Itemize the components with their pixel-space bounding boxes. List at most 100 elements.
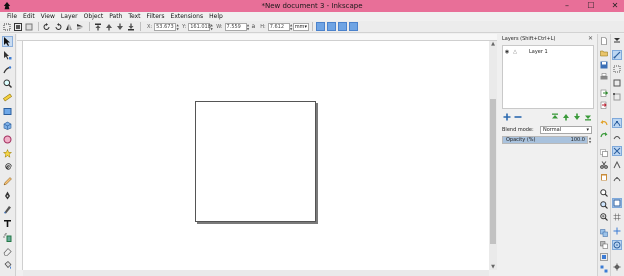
menu-object[interactable]: Object — [81, 12, 107, 21]
layer-to-top-icon[interactable] — [550, 113, 559, 122]
snap-guides-icon[interactable] — [612, 226, 622, 236]
scrollbar-thumb[interactable] — [490, 99, 496, 244]
zoom-page-icon[interactable] — [599, 212, 609, 222]
scale-stroke-toggle[interactable] — [315, 22, 325, 31]
rotate-ccw-icon[interactable] — [42, 22, 51, 31]
w-spin-icon[interactable]: ▲ ▼ — [247, 23, 250, 31]
close-button[interactable]: ✕ — [610, 1, 620, 11]
rectangle-tool-icon[interactable] — [2, 106, 13, 117]
scroll-down-icon[interactable]: ▼ — [489, 264, 497, 270]
paint-bucket-tool-icon[interactable] — [2, 260, 13, 271]
new-document-icon[interactable] — [599, 36, 609, 46]
x-spin-icon[interactable]: ▲ ▼ — [176, 23, 179, 31]
lower-to-bottom-icon[interactable] — [126, 22, 135, 31]
snap-smooth-nodes-icon[interactable] — [612, 174, 622, 184]
opacity-spin-icon[interactable]: ▲ ▼ — [588, 136, 592, 144]
flip-horizontal-icon[interactable] — [64, 22, 73, 31]
menu-text[interactable]: Text — [125, 12, 143, 21]
zoom-selection-icon[interactable] — [599, 188, 609, 198]
pen-tool-icon[interactable] — [2, 190, 13, 201]
redo-icon[interactable] — [599, 130, 609, 140]
pencil-tool-icon[interactable] — [2, 176, 13, 187]
minimize-button[interactable]: – — [562, 1, 572, 11]
rotate-cw-icon[interactable] — [53, 22, 62, 31]
remove-layer-icon[interactable] — [513, 113, 522, 122]
raise-to-top-icon[interactable] — [93, 22, 102, 31]
paste-icon[interactable] — [599, 172, 609, 182]
deselect-icon[interactable] — [24, 22, 33, 31]
snap-enable-icon[interactable] — [612, 50, 622, 60]
zoom-tool-icon[interactable] — [2, 78, 13, 89]
snap-menu-icon[interactable] — [612, 36, 622, 46]
x-input[interactable]: 53.673 — [154, 22, 177, 31]
close-icon[interactable]: ✕ — [588, 35, 593, 42]
move-gradients-toggle[interactable] — [337, 22, 347, 31]
snap-rotation-center-icon[interactable] — [612, 262, 622, 272]
snap-cusp-nodes-icon[interactable] — [612, 160, 622, 170]
document-page[interactable] — [195, 101, 316, 222]
ungroup-icon[interactable] — [599, 264, 609, 274]
visibility-icon[interactable]: ◉ — [503, 49, 511, 55]
star-tool-icon[interactable] — [2, 148, 13, 159]
snap-bbox-edges-icon[interactable] — [612, 78, 622, 88]
print-icon[interactable] — [599, 72, 609, 82]
menu-layer[interactable]: Layer — [58, 12, 81, 21]
lock-ratio-icon[interactable]: a — [252, 23, 256, 30]
menu-file[interactable]: File — [4, 12, 20, 21]
opacity-slider[interactable]: Opacity (%) 100.0 — [502, 136, 588, 144]
tweak-tool-icon[interactable] — [2, 64, 13, 75]
menu-view[interactable]: View — [38, 12, 58, 21]
snap-bbox-icon[interactable] — [612, 64, 622, 74]
snap-grid-icon[interactable] — [612, 212, 622, 222]
node-tool-icon[interactable] — [2, 50, 13, 61]
select-all-icon[interactable] — [2, 22, 11, 31]
eraser-tool-icon[interactable] — [2, 246, 13, 257]
menu-extensions[interactable]: Extensions — [168, 12, 207, 21]
unit-select[interactable]: mm ▾ — [292, 22, 309, 31]
import-icon[interactable] — [599, 88, 609, 98]
maximize-button[interactable]: ☐ — [586, 1, 596, 11]
flip-vertical-icon[interactable] — [75, 22, 84, 31]
spiral-tool-icon[interactable] — [2, 162, 13, 173]
snap-centers-icon[interactable] — [612, 240, 622, 250]
lock-icon[interactable]: △ — [511, 49, 519, 55]
ellipse-tool-icon[interactable] — [2, 134, 13, 145]
calligraphy-tool-icon[interactable] — [2, 204, 13, 215]
selector-tool-icon[interactable] — [2, 36, 13, 47]
3d-box-tool-icon[interactable] — [2, 120, 13, 131]
snap-nodes-icon[interactable] — [612, 118, 622, 128]
y-input[interactable]: 161.018 — [188, 22, 211, 31]
h-input[interactable]: 7.612 — [267, 22, 290, 31]
w-input[interactable]: 7.559 — [224, 22, 247, 31]
snap-intersections-icon[interactable] — [612, 146, 622, 156]
clone-icon[interactable] — [599, 240, 609, 250]
duplicate-icon[interactable] — [599, 228, 609, 238]
export-icon[interactable] — [599, 100, 609, 110]
scale-corners-toggle[interactable] — [326, 22, 336, 31]
layer-row[interactable]: ◉ △ Layer 1 — [503, 47, 593, 56]
menu-path[interactable]: Path — [106, 12, 125, 21]
lower-icon[interactable] — [115, 22, 124, 31]
undo-icon[interactable] — [599, 118, 609, 128]
snap-paths-icon[interactable] — [612, 132, 622, 142]
move-patterns-toggle[interactable] — [348, 22, 358, 31]
layer-name[interactable]: Layer 1 — [529, 49, 548, 55]
spray-tool-icon[interactable] — [2, 232, 13, 243]
horizontal-scrollbar[interactable] — [23, 270, 489, 276]
layer-to-bottom-icon[interactable] — [583, 113, 592, 122]
select-all-layers-icon[interactable] — [13, 22, 22, 31]
vertical-scrollbar[interactable]: ▲ ▼ — [489, 41, 497, 270]
save-icon[interactable] — [599, 60, 609, 70]
open-folder-icon[interactable] — [599, 48, 609, 58]
layer-raise-icon[interactable] — [561, 113, 570, 122]
copy-icon[interactable] — [599, 148, 609, 158]
scroll-up-icon[interactable]: ▲ — [489, 41, 497, 47]
layer-lower-icon[interactable] — [572, 113, 581, 122]
menu-edit[interactable]: Edit — [20, 12, 38, 21]
raise-icon[interactable] — [104, 22, 113, 31]
snap-page-border-icon[interactable] — [612, 198, 622, 208]
cut-icon[interactable] — [599, 160, 609, 170]
snap-bbox-corners-icon[interactable] — [612, 92, 622, 102]
horizontal-ruler[interactable] — [17, 34, 497, 41]
group-icon[interactable] — [599, 252, 609, 262]
